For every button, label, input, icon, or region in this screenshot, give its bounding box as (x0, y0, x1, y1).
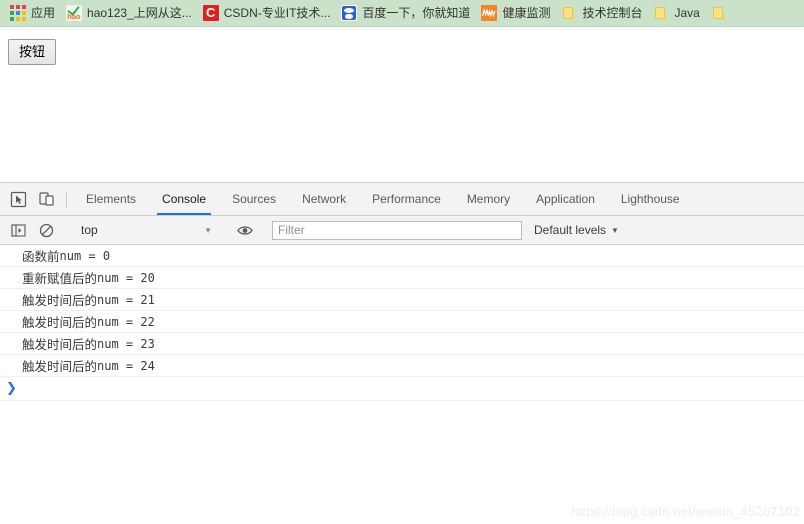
tab-sources[interactable]: Sources (219, 183, 289, 215)
execution-context-value: top (81, 223, 98, 237)
devtools-tabbar: Elements Console Sources Network Perform… (0, 183, 804, 216)
tab-label: Performance (372, 192, 441, 206)
bookmark-folder-overflow[interactable] (707, 2, 739, 24)
baidu-icon (341, 5, 358, 21)
bookmark-label: 应用 (31, 6, 56, 20)
health-monitor-icon (481, 5, 498, 21)
console-message-text-code: num = 0 (59, 248, 111, 263)
tab-label: Sources (232, 192, 277, 206)
console-message-row: 触发时间后的 num = 24 (0, 355, 804, 377)
demo-button[interactable]: 按钮 (8, 39, 57, 65)
clear-console-icon[interactable] (32, 216, 60, 244)
inspect-element-icon[interactable] (4, 183, 32, 215)
bookmark-item-apps[interactable]: 应用 (6, 2, 62, 24)
bookmark-folder-tech-console[interactable]: 技术控制台 (557, 2, 649, 24)
console-message-text-cn: 触发时间后的 (22, 293, 98, 308)
console-message-text-code: num = 20 (97, 270, 155, 285)
console-message-text-cn: 函数前 (22, 249, 60, 264)
filter-input[interactable] (272, 220, 522, 240)
console-message-text-code: num = 22 (97, 314, 155, 329)
page-viewport: 按钮 (0, 27, 804, 182)
console-message-row: 重新赋值后的 num = 20 (0, 267, 804, 289)
console-message-row: 触发时间后的 num = 23 (0, 333, 804, 355)
apps-grid-icon (10, 5, 26, 21)
folder-icon (653, 5, 669, 21)
tab-label: Memory (466, 192, 511, 206)
bookmark-item-csdn[interactable]: C CSDN-专业IT技术... (199, 2, 338, 24)
console-sidebar-icon[interactable] (4, 216, 32, 244)
console-message-row: 触发时间后的 num = 22 (0, 311, 804, 333)
console-message-row: 触发时间后的 num = 21 (0, 289, 804, 311)
bookmark-item-baidu[interactable]: 百度一下，你就知道 (337, 2, 477, 24)
console-message-row: 函数前 num = 0 (0, 245, 804, 267)
console-toolbar: top ▼ Default levels ▼ (0, 216, 804, 245)
bookmarks-bar: 应用 hao hao123_上网从这... C CSDN-专业IT技术... 百… (0, 0, 804, 27)
tab-label: Application (536, 192, 595, 206)
tab-network[interactable]: Network (289, 183, 359, 215)
bookmark-label: hao123_上网从这... (87, 6, 192, 20)
hao123-icon: hao (66, 5, 83, 21)
watermark-text: https://blog.csdn.net/weixin_45267102 (571, 504, 800, 519)
bookmark-item-health-monitor[interactable]: 健康监测 (477, 2, 557, 24)
tab-label: Console (162, 192, 207, 206)
toolbar-divider (66, 191, 67, 207)
device-toolbar-icon[interactable] (32, 183, 60, 215)
tab-label: Elements (86, 192, 137, 206)
log-levels-select[interactable]: Default levels ▼ (534, 223, 619, 237)
tab-label: Network (302, 192, 347, 206)
folder-icon (561, 5, 577, 21)
console-message-text-code: num = 24 (97, 358, 155, 373)
console-message-text-code: num = 21 (97, 292, 155, 307)
tab-memory[interactable]: Memory (454, 183, 523, 215)
prompt-arrow-icon: ❯ (6, 381, 17, 396)
console-message-text-cn: 触发时间后的 (22, 337, 98, 352)
bookmark-folder-java[interactable]: Java (649, 2, 706, 24)
execution-context-select[interactable]: top ▼ (73, 220, 218, 241)
console-message-text-code: num = 23 (97, 336, 155, 351)
tab-elements[interactable]: Elements (73, 183, 149, 215)
console-message-text-cn: 重新赋值后的 (22, 271, 98, 286)
console-message-text-cn: 触发时间后的 (22, 359, 98, 374)
tab-performance[interactable]: Performance (359, 183, 454, 215)
tab-label: Lighthouse (620, 192, 680, 206)
console-message-list[interactable]: 函数前 num = 0 重新赋值后的 num = 20 触发时间后的 num = 21… (0, 245, 804, 523)
chevron-down-icon: ▼ (204, 225, 212, 235)
bookmark-label: 技术控制台 (582, 6, 643, 20)
devtools-panel: Elements Console Sources Network Perform… (0, 182, 804, 523)
log-levels-label: Default levels (534, 223, 607, 237)
console-prompt[interactable]: ❯ (0, 377, 804, 401)
bookmark-label: CSDN-专业IT技术... (223, 6, 331, 20)
folder-icon (711, 5, 727, 21)
tab-application[interactable]: Application (523, 183, 608, 215)
tab-console[interactable]: Console (149, 183, 219, 215)
console-message-text-cn: 触发时间后的 (22, 315, 98, 330)
bookmark-label: 百度一下，你就知道 (362, 6, 471, 20)
bookmark-label: 健康监测 (502, 6, 551, 20)
bookmark-item-hao123[interactable]: hao hao123_上网从这... (62, 2, 199, 24)
tab-lighthouse[interactable]: Lighthouse (608, 183, 693, 215)
chevron-down-icon: ▼ (611, 225, 619, 235)
live-expression-eye-icon[interactable] (231, 216, 259, 244)
bookmark-label: Java (674, 6, 700, 20)
csdn-icon: C (202, 5, 219, 21)
